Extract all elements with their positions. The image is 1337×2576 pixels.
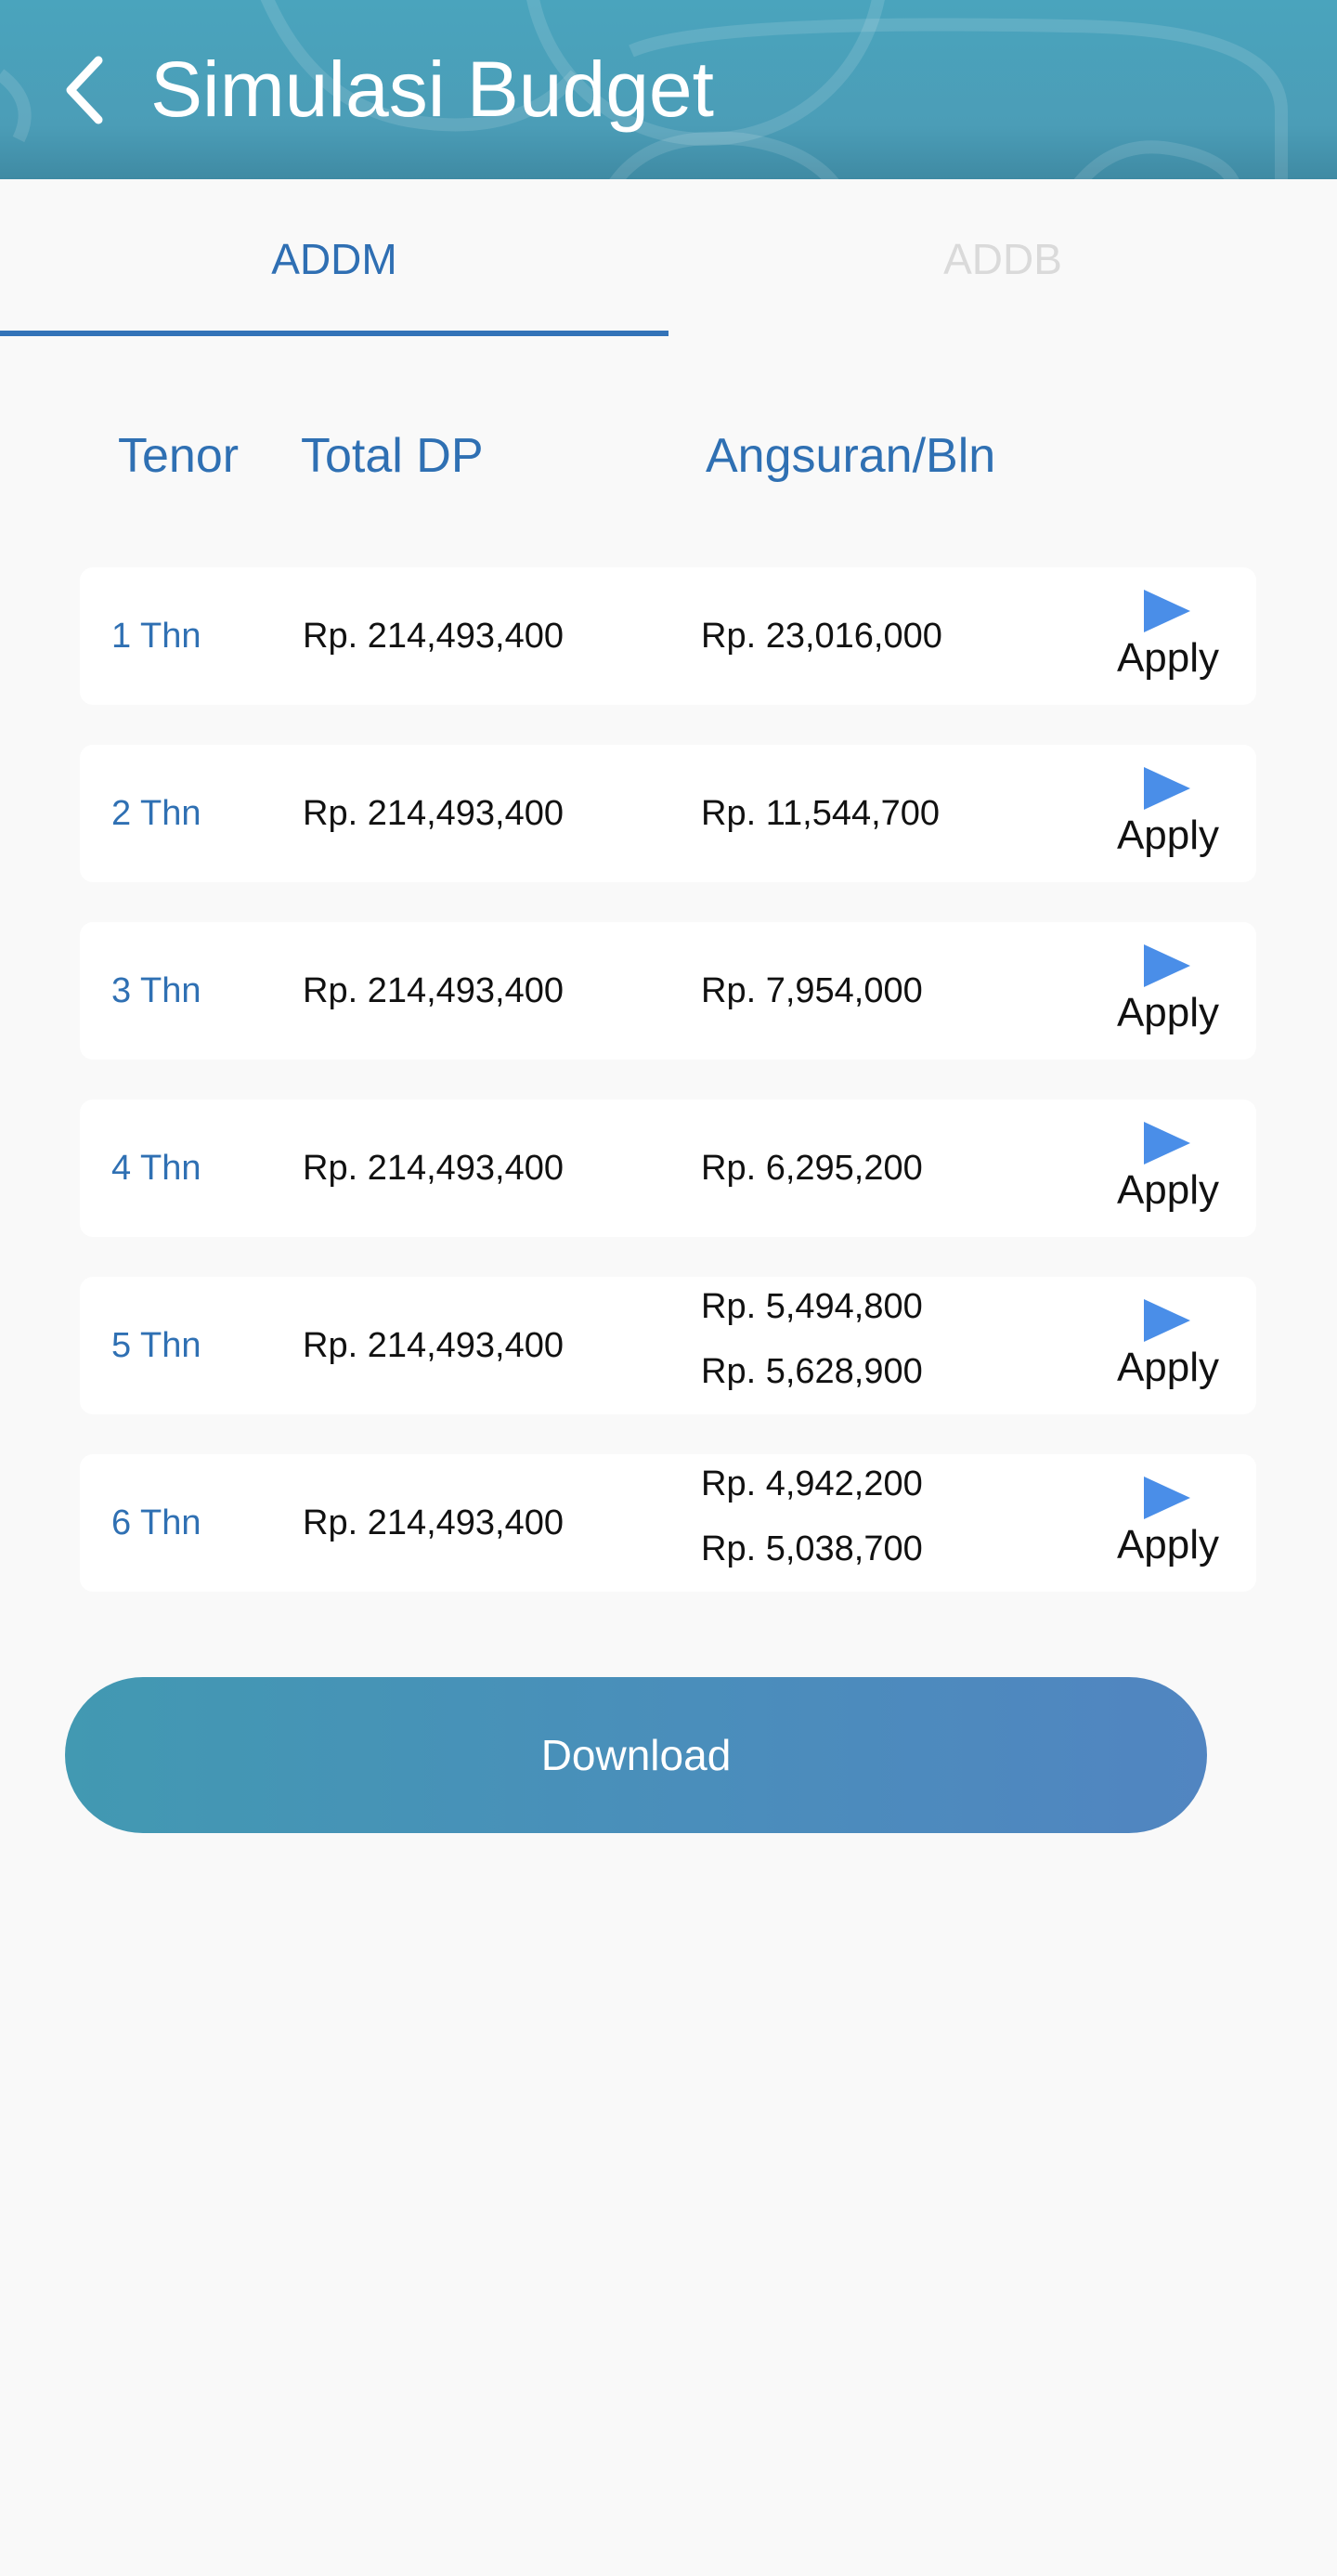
angsuran-cell: Rp. 11,544,700 (701, 794, 941, 833)
column-header-total-dp: Total DP (301, 429, 484, 483)
total-dp-cell: Rp. 214,493,400 (303, 971, 565, 1010)
angsuran-cell: Rp. 6,295,200 (701, 1149, 923, 1188)
total-dp-cell: Rp. 214,493,400 (303, 794, 565, 833)
play-icon (1144, 767, 1190, 810)
apply-button[interactable]: Apply (1103, 588, 1233, 690)
apply-button[interactable]: Apply (1103, 1120, 1233, 1222)
table-row: 5 Thn Rp. 214,493,400 Rp. 5,494,800 Rp. … (80, 1277, 1256, 1414)
download-button[interactable]: Download (65, 1677, 1207, 1833)
apply-button[interactable]: Apply (1103, 1475, 1233, 1577)
tenor-cell: 4 Thn (111, 1149, 201, 1188)
apply-label: Apply (1116, 1522, 1220, 1568)
table-row: 2 Thn Rp. 214,493,400 Rp. 11,544,700 App… (80, 745, 1256, 882)
apply-button[interactable]: Apply (1103, 765, 1233, 867)
tenor-cell: 6 Thn (111, 1503, 201, 1542)
table-row: 3 Thn Rp. 214,493,400 Rp. 7,954,000 Appl… (80, 922, 1256, 1060)
table-row: 6 Thn Rp. 214,493,400 Rp. 4,942,200 Rp. … (80, 1454, 1256, 1592)
angsuran-cell: Rp. 23,016,000 (701, 617, 942, 656)
play-icon (1144, 1299, 1190, 1342)
tab-addb[interactable]: ADDB (668, 179, 1337, 339)
chevron-left-icon (66, 56, 103, 124)
angsuran-cell: Rp. 4,942,200 (701, 1464, 923, 1503)
tenor-cell: 5 Thn (111, 1326, 201, 1365)
column-header-angsuran: Angsuran/Bln (706, 429, 996, 483)
play-icon (1144, 944, 1190, 987)
active-tab-indicator (0, 331, 668, 336)
apply-button[interactable]: Apply (1103, 1297, 1233, 1399)
angsuran-cell: Rp. 5,038,700 (701, 1529, 923, 1568)
apply-button[interactable]: Apply (1103, 943, 1233, 1045)
apply-label: Apply (1116, 990, 1220, 1035)
back-button[interactable] (52, 48, 117, 132)
app-header: Simulasi Budget (0, 0, 1337, 179)
apply-label: Apply (1116, 1167, 1220, 1213)
column-header-tenor: Tenor (118, 429, 240, 483)
tenor-cell: 2 Thn (111, 794, 201, 833)
apply-label: Apply (1116, 1345, 1220, 1390)
page-title: Simulasi Budget (150, 46, 714, 133)
table-row: 4 Thn Rp. 214,493,400 Rp. 6,295,200 Appl… (80, 1099, 1256, 1237)
apply-label: Apply (1116, 813, 1220, 858)
apply-label: Apply (1116, 635, 1220, 681)
angsuran-cell: Rp. 7,954,000 (701, 971, 923, 1010)
total-dp-cell: Rp. 214,493,400 (303, 1326, 565, 1365)
tab-bar: ADDM ADDB (0, 179, 1337, 339)
tenor-cell: 1 Thn (111, 617, 201, 656)
tenor-cell: 3 Thn (111, 971, 201, 1010)
angsuran-cell: Rp. 5,494,800 (701, 1287, 923, 1326)
play-icon (1144, 1122, 1190, 1164)
tab-addm[interactable]: ADDM (0, 179, 668, 339)
total-dp-cell: Rp. 214,493,400 (303, 1503, 565, 1542)
angsuran-cell: Rp. 5,628,900 (701, 1352, 923, 1391)
table-row: 1 Thn Rp. 214,493,400 Rp. 23,016,000 App… (80, 567, 1256, 705)
play-icon (1144, 590, 1190, 632)
total-dp-cell: Rp. 214,493,400 (303, 1149, 565, 1188)
play-icon (1144, 1477, 1190, 1519)
total-dp-cell: Rp. 214,493,400 (303, 617, 565, 656)
